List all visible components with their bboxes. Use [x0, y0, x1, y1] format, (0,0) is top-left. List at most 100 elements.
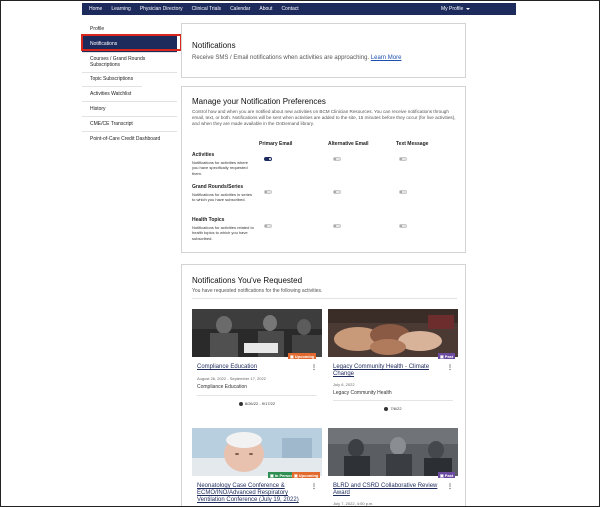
chevron-down-icon [466, 8, 471, 10]
divider [192, 298, 457, 299]
sidebar-item-poc-dashboard[interactable]: Point-of-Care Credit Dashboard [82, 132, 177, 146]
highlight-box [81, 34, 182, 51]
more-options-icon[interactable]: ⋮ [447, 483, 453, 490]
calendar-icon: ▣ [440, 472, 444, 478]
hands-photo [328, 309, 458, 357]
nav-physician-directory[interactable]: Physician Directory [140, 6, 183, 12]
toggle-health-topics-alternative[interactable] [333, 224, 341, 228]
sidebar-item-history[interactable]: History [82, 102, 177, 117]
card-image-classroom [192, 309, 322, 357]
badge-upcoming: ▣ Upcoming [292, 472, 321, 478]
row-activities-label: Activities Notifications for activities … [192, 152, 254, 176]
row-grand-rounds-title: Grand Rounds/Series [192, 184, 244, 190]
col-primary-email: Primary Email [259, 141, 293, 147]
row-grand-rounds-label: Grand Rounds/Series Notifications for ac… [192, 184, 254, 203]
badge-past-label: Past [444, 353, 454, 359]
card-provider: Legacy Community Health [333, 390, 392, 396]
clock-icon [238, 401, 243, 406]
activity-card-compliance[interactable]: ▣ Upcoming Compliance Education ⋮ August… [192, 309, 322, 419]
row-health-topics-desc: Notifications for activities related to … [192, 224, 254, 241]
sidebar-item-topic-subscriptions[interactable]: Topic Subscriptions [82, 73, 142, 87]
my-profile-label: My Profile [441, 6, 464, 12]
toggle-activities-text[interactable] [399, 157, 407, 161]
nav-learning[interactable]: Learning [111, 6, 130, 12]
preferences-description: Control how and when you are notified ab… [192, 109, 456, 126]
card-dates: July 6, 2022 [333, 382, 355, 387]
activity-card-legacy[interactable]: ▣ Past Legacy Community Health - Climate… [328, 309, 458, 419]
notifications-title: Notifications [192, 41, 236, 50]
badge-past: ▣ Past [438, 472, 456, 478]
card-divider [197, 395, 317, 396]
toggle-grand-rounds-text[interactable] [399, 190, 407, 194]
badge-upcoming-label: Upcoming [294, 353, 315, 359]
activity-card-blrd[interactable]: ▣ Past BLRD and CSRD Collaborative Revie… [328, 428, 458, 506]
col-text-message: Text Message [396, 141, 429, 147]
more-options-icon[interactable]: ⋮ [311, 364, 317, 371]
requested-title: Notifications You've Requested [192, 276, 303, 285]
badge-in-person-label: In Person [274, 472, 294, 478]
more-options-icon[interactable]: ⋮ [311, 483, 317, 490]
card-image-baby [192, 428, 322, 476]
card-title[interactable]: Legacy Community Health - Climate Change [333, 364, 443, 378]
card-image-hands [328, 309, 458, 357]
card-title[interactable]: Neonatology Case Conference & ECMO/INO/A… [197, 483, 302, 504]
card-provider: Compliance Education [197, 384, 248, 390]
toggle-health-topics-primary[interactable] [264, 224, 272, 228]
col-alternative-email: Alternative Email [328, 141, 369, 147]
more-options-icon[interactable]: ⋮ [447, 364, 453, 371]
badge-in-person: ▣ In Person [268, 472, 296, 478]
row-activities-desc: Notifications for activities where you h… [192, 159, 249, 176]
toggle-grand-rounds-alternative[interactable] [333, 190, 341, 194]
card-range-label: 7/6/22 [390, 406, 402, 411]
toggle-activities-primary[interactable] [264, 157, 272, 161]
notifications-panel: Notifications Receive SMS / Email notifi… [181, 23, 466, 78]
calendar-icon: ▣ [440, 353, 444, 359]
calendar-icon: ▣ [294, 472, 298, 478]
badge-upcoming: ▣ Upcoming [288, 353, 317, 359]
clock-icon [384, 406, 389, 411]
card-dates: July 7, 2022, 4:00 p.m. [333, 501, 374, 506]
baby-photo [192, 428, 322, 476]
activity-card-neonatology[interactable]: ▣ In Person ▣ Upcoming Neonatology Case … [192, 428, 322, 506]
row-health-topics-label: Health Topics Notifications for activiti… [192, 217, 254, 241]
sidebar-item-courses[interactable]: Courses / Grand Rounds Subscriptions [82, 53, 177, 73]
badge-past-label: Past [444, 472, 454, 478]
card-image-meeting [328, 428, 458, 476]
card-range: 8/26/22 - 9/17/22 [192, 401, 322, 406]
nav-calendar[interactable]: Calendar [230, 6, 250, 12]
top-nav: Home Learning Physician Directory Clinic… [82, 3, 516, 15]
card-range: 7/6/22 [328, 406, 458, 411]
page-frame: Home Learning Physician Directory Clinic… [0, 0, 600, 507]
chat-icon: ▣ [270, 472, 274, 478]
card-title[interactable]: Compliance Education [197, 364, 307, 371]
nav-home[interactable]: Home [89, 6, 102, 12]
notifications-text: Receive SMS / Email notifications when a… [192, 55, 401, 62]
calendar-icon: ▣ [290, 353, 294, 359]
notifications-description: Receive SMS / Email notifications when a… [192, 55, 370, 61]
nav-clinical-trials[interactable]: Clinical Trials [192, 6, 221, 12]
toggle-health-topics-text[interactable] [399, 224, 407, 228]
learn-more-link[interactable]: Learn More [371, 55, 402, 61]
nav-contact[interactable]: Contact [281, 6, 298, 12]
badge-upcoming-label: Upcoming [298, 472, 319, 478]
card-title[interactable]: BLRD and CSRD Collaborative Review Award [333, 483, 443, 497]
meeting-photo [328, 428, 458, 476]
my-profile-menu[interactable]: My Profile [441, 3, 471, 15]
classroom-photo [192, 309, 322, 357]
preferences-panel: Manage your Notification Preferences Con… [181, 86, 466, 253]
card-divider [333, 400, 453, 401]
badge-past: ▣ Past [438, 353, 456, 359]
row-grand-rounds-desc: Notifications for activities in series t… [192, 191, 253, 203]
sidebar-item-cme-transcript[interactable]: CME/CE Transcript [82, 117, 177, 132]
preferences-title: Manage your Notification Preferences [192, 97, 326, 106]
requested-panel: Notifications You've Requested You have … [181, 264, 466, 506]
toggle-activities-alternative[interactable] [333, 157, 341, 161]
row-health-topics-title: Health Topics [192, 217, 225, 223]
card-range-label: 8/26/22 - 9/17/22 [244, 401, 276, 406]
toggle-grand-rounds-primary[interactable] [264, 190, 272, 194]
row-activities-title: Activities [192, 152, 215, 158]
sidebar-item-activities-watchlist[interactable]: Activities Watchlist [82, 87, 177, 102]
requested-subtitle: You have requested notifications for the… [192, 288, 323, 294]
card-dates: August 26, 2022 - September 17, 2022 [197, 376, 266, 381]
nav-about[interactable]: About [259, 6, 272, 12]
